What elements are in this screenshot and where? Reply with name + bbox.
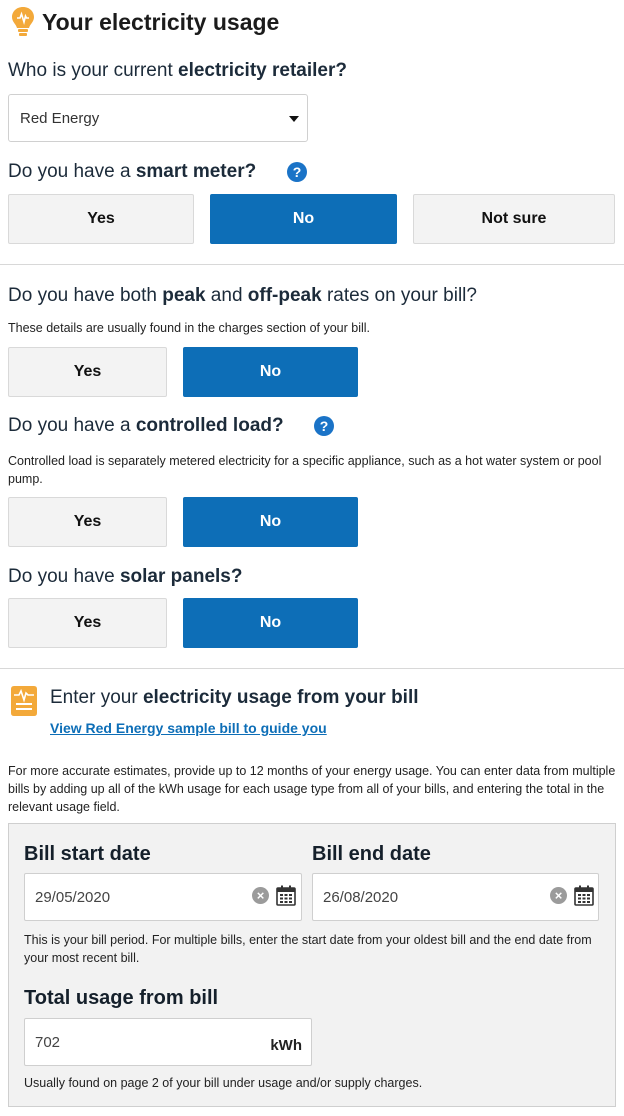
retailer-select[interactable]: Red Energy xyxy=(8,94,308,142)
clear-icon[interactable]: × xyxy=(550,887,567,904)
usage-intro: For more accurate estimates, provide up … xyxy=(8,764,616,814)
bill-start-label: Bill start date xyxy=(24,843,151,865)
lightbulb-icon xyxy=(12,7,34,36)
total-usage-label: Total usage from bill xyxy=(24,987,219,1009)
calendar-icon[interactable] xyxy=(276,885,296,906)
bill-period-hint: This is your bill period. For multiple b… xyxy=(24,933,592,965)
smart-meter-not-sure-button[interactable]: Not sure xyxy=(413,194,615,244)
solar-question: Do you have solar panels? xyxy=(8,566,243,587)
sample-bill-link[interactable]: View Red Energy sample bill to guide you xyxy=(50,720,327,736)
page-title: Your electricity usage xyxy=(42,9,280,35)
total-usage-hint: Usually found on page 2 of your bill und… xyxy=(24,1076,423,1090)
bill-end-date-input[interactable]: 26/08/2020 × xyxy=(312,873,599,921)
help-icon[interactable]: ? xyxy=(314,416,334,436)
solar-yes-button[interactable]: Yes xyxy=(8,598,167,648)
divider xyxy=(0,264,624,265)
total-usage-value: 702 xyxy=(35,1034,61,1051)
help-icon[interactable]: ? xyxy=(287,162,307,182)
peak-yes-button[interactable]: Yes xyxy=(8,347,167,397)
controlled-load-no-button[interactable]: No xyxy=(183,497,358,547)
smart-meter-question: Do you have a smart meter? xyxy=(8,161,257,182)
peak-question: Do you have both peak and off-peak rates… xyxy=(8,285,477,306)
calendar-icon[interactable] xyxy=(574,885,594,906)
smart-meter-no-button[interactable]: No xyxy=(210,194,397,244)
peak-no-button[interactable]: No xyxy=(183,347,358,397)
peak-hint: These details are usually found in the c… xyxy=(8,321,371,335)
controlled-load-yes-button[interactable]: Yes xyxy=(8,497,167,547)
bill-start-date-input[interactable]: 29/05/2020 × xyxy=(24,873,302,921)
bill-icon xyxy=(11,686,37,716)
divider xyxy=(0,668,624,669)
controlled-load-hint: Controlled load is separately metered el… xyxy=(8,454,602,486)
retailer-selected-value: Red Energy xyxy=(20,110,100,127)
clear-icon[interactable]: × xyxy=(252,887,269,904)
solar-no-button[interactable]: No xyxy=(183,598,358,648)
total-usage-input[interactable]: 702 kWh xyxy=(24,1018,312,1066)
bill-start-value: 29/05/2020 xyxy=(35,889,111,906)
kwh-unit: kWh xyxy=(270,1037,302,1054)
usage-heading: Enter your electricity usage from your b… xyxy=(50,687,419,708)
retailer-question: Who is your current electricity retailer… xyxy=(8,60,347,81)
bill-details-panel: Bill start date 29/05/2020 × Bill end da… xyxy=(8,823,616,1107)
bill-end-label: Bill end date xyxy=(312,843,431,865)
smart-meter-yes-button[interactable]: Yes xyxy=(8,194,194,244)
chevron-down-icon xyxy=(289,116,299,122)
bill-end-value: 26/08/2020 xyxy=(323,889,399,906)
controlled-load-question: Do you have a controlled load? xyxy=(8,415,284,436)
